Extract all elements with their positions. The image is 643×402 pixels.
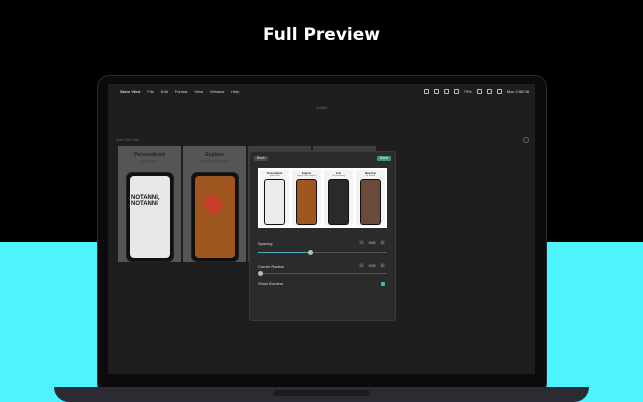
menu-app[interactable]: Store View (120, 89, 140, 94)
menu-edit[interactable]: Edit (161, 89, 168, 94)
phone-text: NOTANNI, NOTANNI (131, 195, 160, 207)
decrement-button[interactable]: − (359, 263, 364, 268)
spacing-label: Spacing (258, 241, 273, 246)
card-subtitle: Unlock Gold (141, 159, 158, 163)
mini-screen: Explore Enjoy & Order Recipes (292, 170, 321, 226)
mini-screen: Personalized Unlock Gold (260, 170, 289, 226)
page-title: Full Preview (263, 25, 380, 45)
clock[interactable]: Mon 2:58 08 (507, 89, 529, 94)
menubar: Store View File Edit Format View Window … (108, 84, 535, 98)
increment-button[interactable]: + (380, 263, 385, 268)
phone-mockup (191, 172, 239, 262)
status-icon[interactable] (423, 88, 429, 94)
mini-screen: Join Join Community (324, 170, 353, 226)
corner-radius-label: Corner Radius (258, 264, 284, 269)
spacing-value[interactable]: 0.00 (367, 241, 377, 245)
menu-help[interactable]: Help (231, 89, 239, 94)
slider-fill (258, 252, 311, 253)
corner-radius-stepper: − 0.00 + (359, 263, 385, 268)
section-label: Store Set View (116, 138, 140, 142)
menu-window[interactable]: Window (210, 89, 224, 94)
menu-view[interactable]: View (194, 89, 203, 94)
mini-subtitle: Enjoy & Order Recipes (297, 175, 316, 177)
corner-radius-slider[interactable] (258, 271, 387, 276)
screenshot-card[interactable]: Personalized Unlock Gold NOTANNI, NOTANN… (118, 146, 181, 262)
status-icon[interactable] (443, 88, 449, 94)
mini-screen: Welcome Be Yourself (356, 170, 385, 226)
increment-button[interactable]: + (380, 240, 385, 245)
card-subtitle: Enjoy & Order Recipes (199, 159, 230, 163)
mini-subtitle: Unlock Gold (269, 175, 280, 177)
card-title: Explore (205, 152, 224, 158)
mini-subtitle: Be Yourself (365, 175, 376, 177)
show-borders-checkbox[interactable] (381, 282, 385, 286)
battery-percent: 79% (463, 88, 472, 94)
mini-subtitle: Join Community (332, 175, 345, 177)
back-button[interactable]: Back (254, 156, 268, 161)
wifi-icon[interactable] (476, 88, 482, 94)
settings-icon[interactable] (523, 137, 529, 143)
status-area: 79% Mon 2:58 08 (423, 84, 529, 98)
show-borders-label: Show Borders (258, 281, 284, 286)
window-title: Untitled (315, 106, 328, 110)
spacing-slider[interactable] (258, 250, 387, 255)
save-button[interactable]: Save (377, 156, 391, 161)
menu-file[interactable]: File (147, 89, 153, 94)
phone-mockup: NOTANNI, NOTANNI (126, 172, 174, 262)
card-title: Personalized (134, 152, 165, 158)
search-icon[interactable] (486, 88, 492, 94)
menu-format[interactable]: Format (175, 89, 188, 94)
screenshot-card[interactable]: Explore Enjoy & Order Recipes (183, 146, 246, 262)
spacing-stepper: − 0.00 + (359, 240, 385, 245)
status-icon[interactable] (433, 88, 439, 94)
preview-strip: Personalized Unlock Gold Explore Enjoy &… (258, 168, 387, 228)
control-center-icon[interactable] (496, 88, 502, 94)
preview-panel: Back Save Personalized Unlock Gold Explo… (249, 151, 396, 321)
laptop-lip (273, 390, 370, 396)
laptop-screen: Store View File Edit Format View Window … (108, 84, 535, 374)
decrement-button[interactable]: − (359, 240, 364, 245)
slider-knob[interactable] (258, 271, 263, 276)
status-icon[interactable] (453, 88, 459, 94)
corner-radius-value[interactable]: 0.00 (367, 264, 377, 268)
slider-knob[interactable] (308, 250, 314, 255)
